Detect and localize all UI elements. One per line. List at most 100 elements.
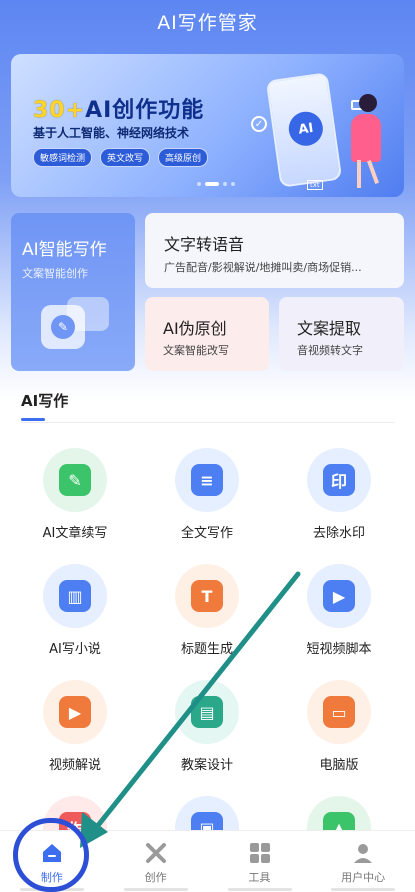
carousel-dot [223,182,227,186]
bottom-navigation: 制作 创作 工具 用户中心 [0,830,415,892]
banner-tags: 敏感词检测 英文改写 高级原创 [33,148,209,167]
card-subtitle: 音视频转文字 [297,344,363,357]
partial-save-icon: ▣ [191,812,223,830]
carousel-indicator [197,182,235,186]
carousel-dot [231,182,235,186]
tool-label: 视频解说 [48,758,101,773]
tool-icon-circle: 作 [43,796,107,830]
banner-headline-text: AI创作功能 [85,98,205,123]
tool-icon-circle: ▥ [43,564,107,628]
ai-rewrite-card[interactable]: AI伪原创 文案智能改写 [145,297,269,371]
tool-icon-circle: ▶ [307,564,371,628]
nav-item-tools[interactable]: 工具 [208,831,312,892]
book-icon: ▥ [59,580,91,612]
app-title: AI写作管家 [157,12,258,34]
tool-item[interactable]: ≡ 全文写作 [147,448,267,541]
card-title: AI伪原创 [163,319,227,338]
tool-label: 标题生成 [180,642,233,657]
ai-smart-writing-card[interactable]: AI智能写作 文案智能创作 ✎ [11,213,135,371]
character-leg [367,160,379,184]
title-icon: T [191,580,223,612]
check-icon: ✓ [251,116,267,132]
nav-indicator [227,888,292,891]
tool-icon-circle: ▣ [175,796,239,830]
stamp-icon: 印 [323,464,355,496]
tool-item[interactable]: ▥ AI写小说 [15,564,135,657]
video-camera-icon: ▶ [323,580,355,612]
nav-indicator [123,888,188,891]
tool-label: AI写小说 [49,642,101,657]
carousel-dot-active [205,182,219,186]
nav-indicator [20,888,84,891]
grid-icon [248,841,272,865]
tool-icon-circle: ▶ [43,680,107,744]
phone-illustration: AI [265,72,343,188]
tool-icon-circle: ≡ [175,448,239,512]
divider [21,422,394,423]
banner-headline: 30+AI创作功能 [33,92,204,124]
home-icon [40,841,64,865]
partial-green-icon: ▲ [323,812,355,830]
tool-icon-circle: ▲ [307,796,371,830]
tool-label: 去除水印 [312,526,365,541]
text-to-speech-card[interactable]: 文字转语音 广告配音/影视解说/地摊叫卖/商场促销... [145,213,404,288]
tool-item[interactable]: ▶ 短视频脚本 [279,564,399,657]
tool-icon-circle: ▤ [175,680,239,744]
pencil-icon: ✎ [51,315,75,339]
carousel-dot [197,182,201,186]
tool-icon-circle: ▭ [307,680,371,744]
tool-item-partial[interactable]: 作 [15,796,135,830]
tool-icon-circle: ✎ [43,448,107,512]
pen-icon: ✎ [59,464,91,496]
tool-item[interactable]: ▭ 电脑版 [279,680,399,773]
nav-indicator [331,888,396,891]
tool-label: 教案设计 [180,758,233,773]
monitor-icon: ▭ [323,696,355,728]
card-subtitle: 文案智能创作 [22,267,88,280]
ai-badge: AI [286,109,326,148]
tool-item[interactable]: ▤ 教案设计 [147,680,267,773]
tool-label: AI文章续写 [42,526,108,541]
nav-label: 工具 [248,871,271,884]
film-icon: ▶ [59,696,91,728]
banner-tag: 英文改写 [100,148,151,167]
notebook-icon: ▤ [191,696,223,728]
partial-red-icon: 作 [59,812,91,830]
card-title: 文字转语音 [164,235,245,254]
edit-bubble-icon: ✎ [41,305,85,349]
document-icon: ≡ [191,464,223,496]
tools-icon [144,841,168,865]
banner-headline-number: 30+ [33,98,86,123]
nav-item-user-center[interactable]: 用户中心 [311,831,415,892]
tool-label: 短视频脚本 [306,642,372,657]
promo-banner[interactable]: 30+AI创作功能 基于人工智能、神经网络技术 敏感词检测 英文改写 高级原创 … [11,54,404,197]
card-subtitle: 文案智能改写 [163,344,229,357]
user-icon [351,841,375,865]
section-title: AI写作 [21,392,69,410]
nav-label: 创作 [144,871,167,884]
nav-item-make[interactable]: 制作 [0,831,104,892]
card-title: 文案提取 [297,319,362,338]
section-underline [21,418,45,421]
tool-item-partial[interactable]: ▣ [147,796,267,830]
character-head [359,94,377,112]
tool-label: 电脑版 [319,758,359,773]
tool-icon-circle: T [175,564,239,628]
tool-item[interactable]: ▶ 视频解说 [15,680,135,773]
tool-icon-circle: 印 [307,448,371,512]
banner-tag: 高级原创 [158,148,209,167]
tool-label: 全文写作 [180,526,233,541]
banner-tag: 敏感词检测 [33,148,93,167]
nav-label: 制作 [40,871,63,884]
tool-item[interactable]: T 标题生成 [147,564,267,657]
tool-item[interactable]: 印去除水印 [279,448,399,541]
card-title: AI智能写作 [22,240,107,260]
nav-item-create[interactable]: 创作 [104,831,208,892]
card-subtitle: 广告配音/影视解说/地摊叫卖/商场促销... [164,261,362,274]
tool-item-partial[interactable]: ▲ [279,796,399,830]
text-extraction-card[interactable]: 文案提取 音视频转文字 [279,297,404,371]
character-leg [357,160,361,188]
nav-label: 用户中心 [341,871,386,884]
character-illustration [351,114,381,162]
tool-item[interactable]: ✎ AI文章续写 [15,448,135,541]
